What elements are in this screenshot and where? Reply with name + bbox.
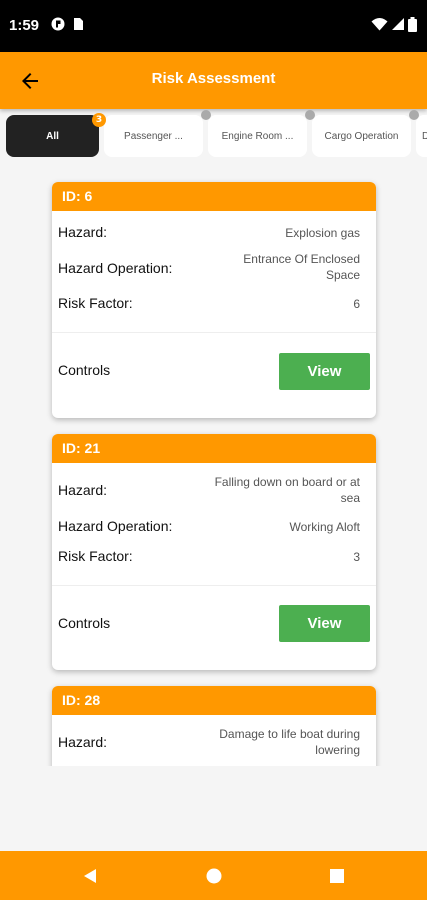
risk-card: ID: 28 Hazard: Damage to life boat durin…	[52, 686, 376, 766]
operation-label: Hazard Operation:	[58, 518, 173, 534]
page-title: Risk Assessment	[151, 70, 276, 87]
card-id: ID: 6	[52, 182, 376, 211]
nav-back-icon[interactable]	[82, 867, 98, 885]
filter-chip-engine-room[interactable]: Engine Room ...	[208, 115, 307, 157]
hazard-label: Hazard:	[58, 224, 108, 240]
operation-value: Working Aloft	[289, 520, 360, 534]
risk-label: Risk Factor:	[58, 295, 133, 311]
filter-count-badge: 3	[92, 113, 106, 127]
nav-home-icon[interactable]	[206, 867, 222, 885]
cell-signal-icon	[392, 18, 404, 30]
card-id: ID: 21	[52, 434, 376, 463]
card-divider	[52, 332, 376, 333]
filter-chip-passenger[interactable]: Passenger ...	[104, 115, 203, 157]
filter-chip-all[interactable]: All	[6, 115, 99, 157]
hazard-label: Hazard:	[58, 734, 108, 750]
hazard-value: Falling down on board or at sea	[214, 475, 360, 505]
view-controls-button[interactable]: View	[279, 605, 370, 642]
category-filter-bar: All Passenger ... Engine Room ... Cargo …	[0, 109, 427, 163]
sim-card-icon	[74, 18, 83, 30]
risk-value: 6	[353, 297, 360, 311]
risk-card: ID: 21 Hazard: Falling down on board or …	[52, 434, 376, 670]
risk-label: Risk Factor:	[58, 548, 133, 564]
risk-value: 3	[353, 550, 360, 564]
risk-list: ID: 6 Hazard: Explosion gas Hazard Opera…	[0, 163, 427, 766]
operation-label: Hazard Operation:	[58, 260, 173, 276]
nav-recents-icon[interactable]	[329, 867, 345, 885]
battery-icon	[408, 17, 417, 32]
filter-chip-partial[interactable]: D	[416, 115, 427, 157]
risk-card: ID: 6 Hazard: Explosion gas Hazard Opera…	[52, 182, 376, 418]
controls-label: Controls	[58, 362, 111, 378]
card-divider	[52, 585, 376, 586]
view-controls-button[interactable]: View	[279, 353, 370, 390]
filter-chip-cargo-operation[interactable]: Cargo Operation	[312, 115, 411, 157]
status-time: 1:59	[9, 17, 40, 34]
controls-label: Controls	[58, 615, 111, 631]
card-id: ID: 28	[52, 686, 376, 715]
filter-status-dot	[201, 110, 211, 120]
hazard-value: Damage to life boat during lowering	[219, 727, 360, 757]
status-bar: 1:59	[0, 0, 427, 52]
filter-status-dot	[305, 110, 315, 120]
hazard-label: Hazard:	[58, 482, 108, 498]
system-nav-bar	[0, 851, 427, 900]
hazard-value: Explosion gas	[285, 226, 360, 240]
operation-value: Entrance Of Enclosed Space	[243, 252, 360, 282]
app-notification-icon	[51, 17, 65, 31]
app-bar: Risk Assessment	[0, 52, 427, 109]
wifi-icon	[371, 18, 388, 31]
filter-status-dot	[409, 110, 419, 120]
